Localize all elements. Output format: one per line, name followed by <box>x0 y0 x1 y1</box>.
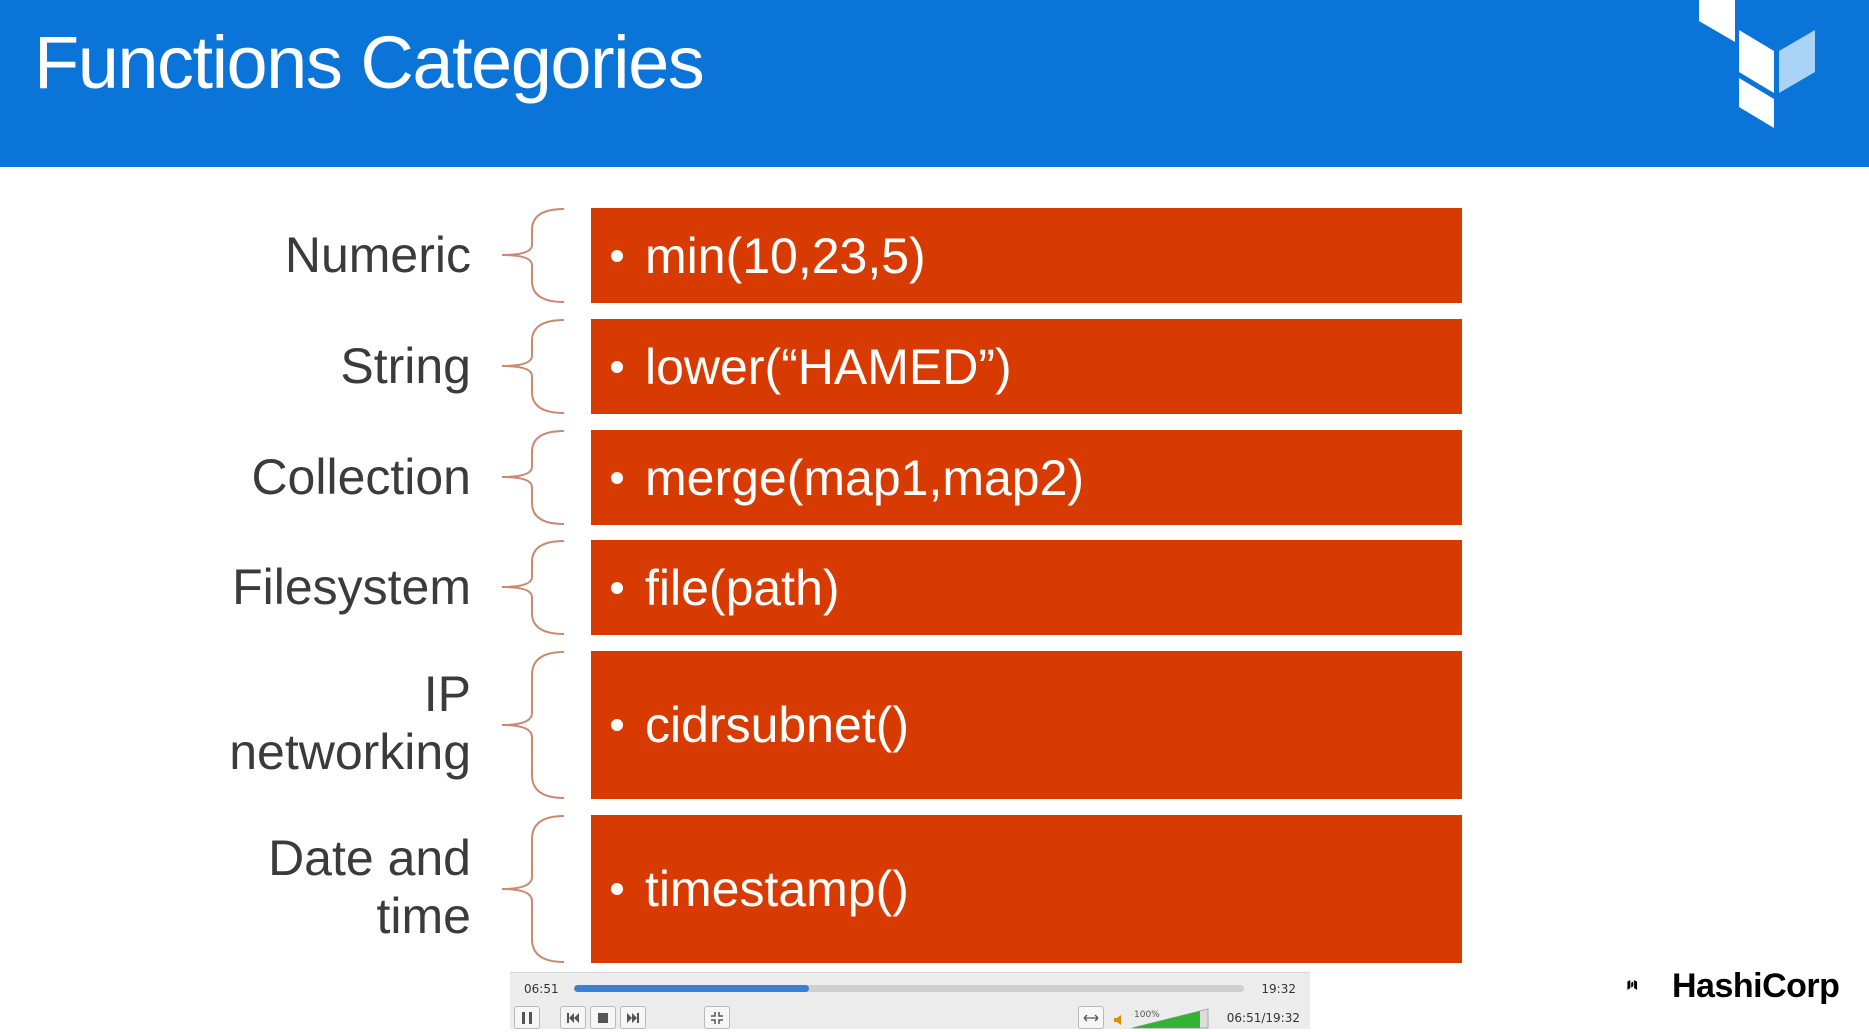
brace-icon <box>501 430 565 525</box>
loop-icon <box>1083 1014 1099 1022</box>
total-time: 19:32 <box>1261 982 1296 996</box>
stop-button[interactable] <box>590 1006 616 1029</box>
category-label-line: Date and <box>268 830 471 886</box>
category-label-line: networking <box>229 724 471 780</box>
previous-button[interactable] <box>560 1006 586 1029</box>
skip-back-icon <box>567 1013 579 1023</box>
loop-button[interactable] <box>1078 1006 1104 1029</box>
category-row-string: String lower(“HAMED”) <box>0 319 1869 414</box>
pause-button[interactable] <box>514 1006 540 1029</box>
brace-icon <box>501 208 565 303</box>
slide-header: Functions Categories <box>0 0 1869 167</box>
function-example: file(path) <box>645 559 840 616</box>
volume-slider[interactable] <box>1130 1007 1210 1029</box>
function-box-ip-networking: cidrsubnet() <box>591 651 1462 799</box>
hashicorp-wordmark: HashiCorp <box>1672 967 1840 1005</box>
function-example: merge(map1,map2) <box>645 449 1085 506</box>
pause-icon <box>522 1012 532 1024</box>
category-label-line: IP <box>423 666 471 722</box>
brace-icon <box>501 319 565 414</box>
bullet-icon <box>611 719 623 731</box>
category-row-filesystem: Filesystem file(path) <box>0 540 1869 635</box>
speaker-icon[interactable] <box>1113 1013 1127 1027</box>
terraform-logo-icon <box>1699 0 1815 128</box>
category-row-ip-networking: IP networking cidrsubnet() <box>0 651 1869 799</box>
seek-bar[interactable] <box>574 985 1244 992</box>
fullscreen-button[interactable] <box>704 1006 730 1029</box>
fullscreen-icon <box>711 1012 723 1024</box>
function-box-numeric: min(10,23,5) <box>591 208 1462 303</box>
category-label-line: time <box>376 888 471 944</box>
function-box-date-time: timestamp() <box>591 815 1462 963</box>
category-row-numeric: Numeric min(10,23,5) <box>0 208 1869 303</box>
category-label: Filesystem <box>232 559 471 615</box>
elapsed-display: 06:51/19:32 <box>1226 1011 1300 1025</box>
brace-icon <box>501 815 565 963</box>
function-box-collection: merge(map1,map2) <box>591 430 1462 525</box>
category-row-date-time: Date and time timestamp() <box>0 815 1869 963</box>
bullet-icon <box>611 883 623 895</box>
brace-icon <box>501 540 565 635</box>
function-example: timestamp() <box>645 861 909 917</box>
seek-bar-progress <box>574 985 810 992</box>
function-box-string: lower(“HAMED”) <box>591 319 1462 414</box>
function-example: cidrsubnet() <box>645 697 909 753</box>
stop-icon <box>598 1013 608 1023</box>
function-box-filesystem: file(path) <box>591 540 1462 635</box>
media-player: 06:51 19:32 100% 06:51/19:32 <box>510 972 1310 1029</box>
brace-icon <box>501 651 565 799</box>
bullet-icon <box>611 249 623 262</box>
category-label: Numeric <box>284 227 471 283</box>
bullet-icon <box>611 581 623 594</box>
function-example: lower(“HAMED”) <box>645 338 1012 395</box>
next-button[interactable] <box>620 1006 646 1029</box>
bullet-icon <box>611 471 623 484</box>
current-time: 06:51 <box>524 982 559 996</box>
category-label: String <box>340 338 471 394</box>
slide-title: Functions Categories <box>34 21 705 104</box>
category-label: Collection <box>251 449 471 505</box>
category-row-collection: Collection merge(map1,map2) <box>0 430 1869 525</box>
category-label: Date and time <box>268 829 471 945</box>
function-example: min(10,23,5) <box>645 227 926 284</box>
skip-forward-icon <box>627 1013 639 1023</box>
bullet-icon <box>611 360 623 373</box>
category-label: IP networking <box>229 665 471 781</box>
hashicorp-logo-icon <box>1627 979 1638 990</box>
